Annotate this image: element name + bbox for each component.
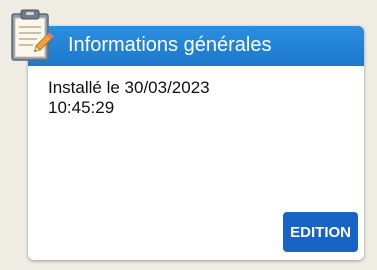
edition-button[interactable]: EDITION [283, 212, 358, 252]
clipboard-pencil-icon [11, 9, 54, 61]
install-time-text: 10:45:29 [48, 98, 115, 117]
card-header: Informations générales [28, 26, 364, 66]
install-date-text: Installé le 30/03/2023 [48, 78, 210, 97]
general-info-card: Informations générales Installé le 30/03… [28, 26, 364, 260]
card-body: Installé le 30/03/2023 10:45:29 [48, 78, 348, 118]
card-title: Informations générales [68, 34, 272, 56]
